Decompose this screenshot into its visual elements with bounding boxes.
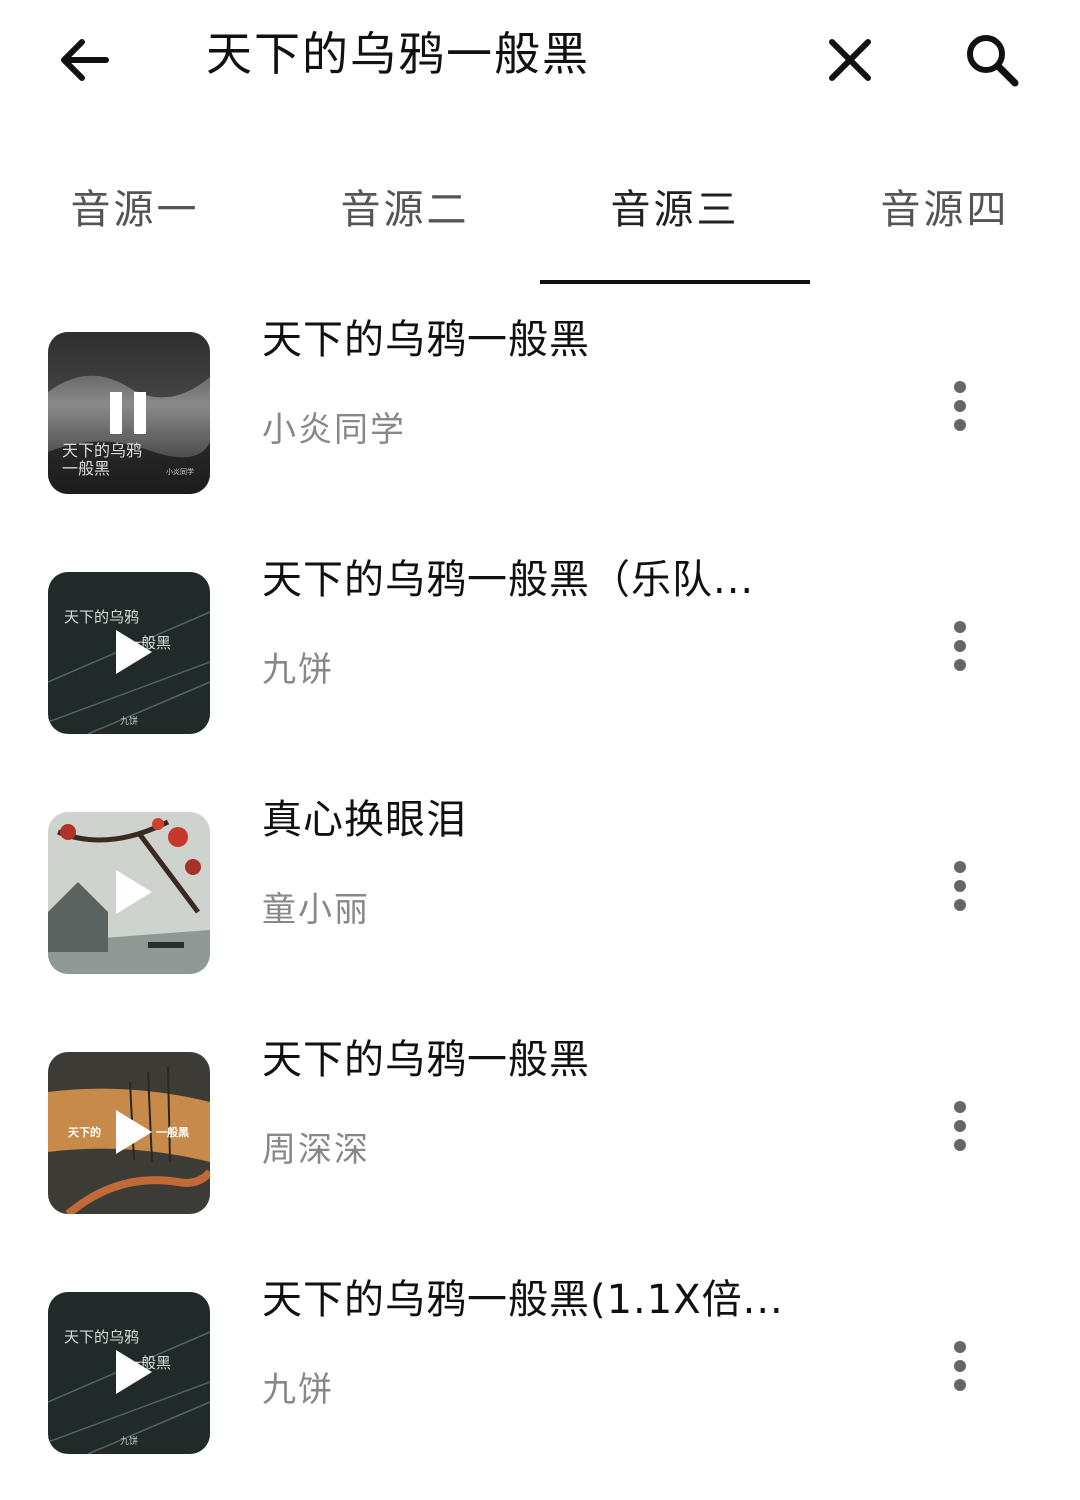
album-cover[interactable] (48, 812, 210, 974)
song-artist: 童小丽 (262, 890, 370, 930)
album-cover[interactable]: 天下的 一般黑 (48, 1052, 210, 1214)
cover-text-line2: 一般黑 (62, 459, 110, 478)
more-vertical-icon (954, 381, 966, 431)
cover-text-line1: 天下的 (68, 1125, 101, 1139)
song-row[interactable]: 天下的乌鸦 一般黑 九饼 天下的乌鸦一般黑（乐队... 九饼 (0, 540, 1080, 780)
active-tab-indicator (540, 280, 810, 284)
song-title: 天下的乌鸦一般黑 (262, 317, 590, 363)
search-button[interactable] (956, 26, 1028, 94)
more-vertical-icon (954, 861, 966, 911)
more-vertical-icon (954, 1101, 966, 1151)
song-title: 天下的乌鸦一般黑 (262, 1037, 590, 1083)
tab-source-1[interactable]: 音源一 (0, 180, 270, 240)
back-button[interactable] (48, 28, 120, 92)
song-artist: 小炎同学 (262, 410, 406, 450)
album-cover[interactable]: 天下的乌鸦 一般黑 小炎同学 (48, 332, 210, 494)
song-title: 天下的乌鸦一般黑(1.1X倍... (262, 1277, 784, 1323)
song-row[interactable]: 真心换眼泪 童小丽 (0, 780, 1080, 1020)
cover-text-line1: 天下的乌鸦 (64, 1328, 139, 1346)
cover-credit: 九饼 (120, 1435, 138, 1447)
source-tabs: 音源一 音源二 音源三 音源四 (0, 160, 1080, 286)
song-artist: 九饼 (262, 650, 334, 690)
tab-source-4[interactable]: 音源四 (810, 180, 1080, 240)
cover-text-line2: 一般黑 (156, 1125, 189, 1139)
more-button[interactable] (936, 610, 984, 682)
more-button[interactable] (936, 1330, 984, 1402)
cover-credit: 小炎同学 (166, 467, 194, 476)
album-cover[interactable]: 天下的乌鸦 一般黑 九饼 (48, 1292, 210, 1454)
song-title: 天下的乌鸦一般黑（乐队... (262, 557, 755, 603)
search-input[interactable]: 天下的乌鸦一般黑 (206, 22, 786, 86)
more-button[interactable] (936, 850, 984, 922)
song-artist: 九饼 (262, 1370, 334, 1410)
more-vertical-icon (954, 1341, 966, 1391)
tab-source-3[interactable]: 音源三 (540, 180, 810, 240)
search-header: 天下的乌鸦一般黑 (0, 0, 1080, 120)
clear-button[interactable] (816, 28, 884, 92)
song-row[interactable]: 天下的乌鸦 一般黑 小炎同学 天下的乌鸦一般黑 小炎同学 (0, 300, 1080, 540)
search-icon (967, 35, 1019, 87)
more-button[interactable] (936, 1090, 984, 1162)
more-button[interactable] (936, 370, 984, 442)
song-title: 真心换眼泪 (262, 797, 467, 843)
cover-text-line1: 天下的乌鸦 (64, 608, 139, 626)
cover-text-line1: 天下的乌鸦 (62, 441, 142, 460)
tab-source-2[interactable]: 音源二 (270, 180, 540, 240)
song-row[interactable]: 天下的乌鸦 一般黑 九饼 天下的乌鸦一般黑(1.1X倍... 九饼 (0, 1260, 1080, 1500)
cover-credit: 九饼 (120, 715, 138, 727)
song-artist: 周深深 (262, 1130, 370, 1170)
song-row[interactable]: 天下的 一般黑 天下的乌鸦一般黑 周深深 (0, 1020, 1080, 1260)
more-vertical-icon (954, 621, 966, 671)
album-cover[interactable]: 天下的乌鸦 一般黑 九饼 (48, 572, 210, 734)
close-icon (829, 39, 871, 81)
arrow-left-icon (61, 39, 109, 81)
